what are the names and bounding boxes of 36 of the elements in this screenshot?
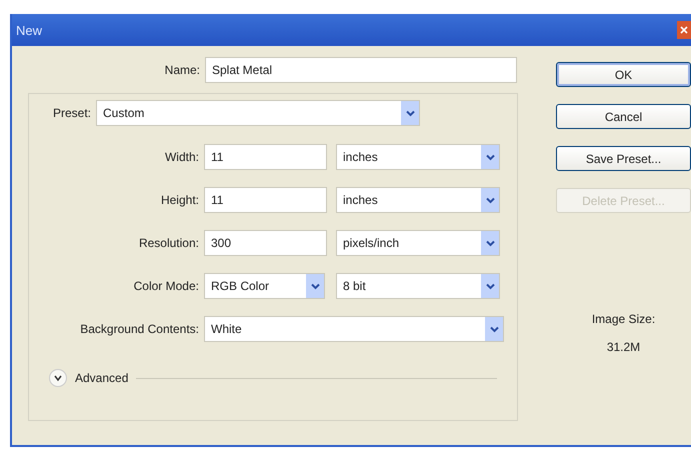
unit-dropdown[interactable]: inches xyxy=(336,187,500,213)
unit-dropdown[interactable]: inches xyxy=(336,144,500,170)
number-field[interactable]: 11 xyxy=(204,187,327,213)
chevron-down-icon xyxy=(490,326,498,332)
dialog-button[interactable]: OK xyxy=(556,62,691,87)
number-field[interactable]: 11 xyxy=(204,144,327,170)
name-field[interactable]: Splat Metal xyxy=(205,57,517,83)
chevron-down-icon xyxy=(486,282,494,290)
dialog-button[interactable]: Cancel xyxy=(556,104,691,129)
chevron-down-icon xyxy=(406,110,415,116)
unit-dropdown[interactable]: pixels/inch xyxy=(336,230,500,256)
depth-dropdown[interactable]: 8 bit xyxy=(336,273,500,299)
field-label: Color Mode: xyxy=(132,279,199,293)
field-label: Name: xyxy=(164,63,200,77)
field-label: Width: xyxy=(164,150,199,164)
preset-dropdown[interactable]: Custom xyxy=(96,100,420,126)
field-label: Resolution: xyxy=(138,236,199,250)
image-size-value: 31.2M xyxy=(606,340,640,354)
chevron-down-icon xyxy=(310,282,320,290)
number-field[interactable]: 300 xyxy=(204,230,327,256)
chevron-down-icon xyxy=(486,154,494,160)
window-title: New xyxy=(16,22,42,38)
contents-dropdown[interactable]: White xyxy=(204,316,504,342)
advanced-label: Advanced xyxy=(75,371,128,385)
field-label: Preset: xyxy=(53,106,92,120)
chevron-down-icon xyxy=(486,240,494,246)
mode-dropdown[interactable]: RGB Color xyxy=(204,273,325,299)
close-button[interactable] xyxy=(677,21,691,39)
expand-button[interactable] xyxy=(49,369,67,387)
close-icon xyxy=(680,26,688,34)
chevron-icon xyxy=(54,374,62,382)
chevron-down-icon xyxy=(486,196,494,204)
dialog-button[interactable]: Save Preset... xyxy=(556,146,691,171)
field-label: Height: xyxy=(160,193,199,207)
image-size-label: Image Size: xyxy=(592,312,656,326)
field-label: Background Contents: xyxy=(79,322,199,336)
